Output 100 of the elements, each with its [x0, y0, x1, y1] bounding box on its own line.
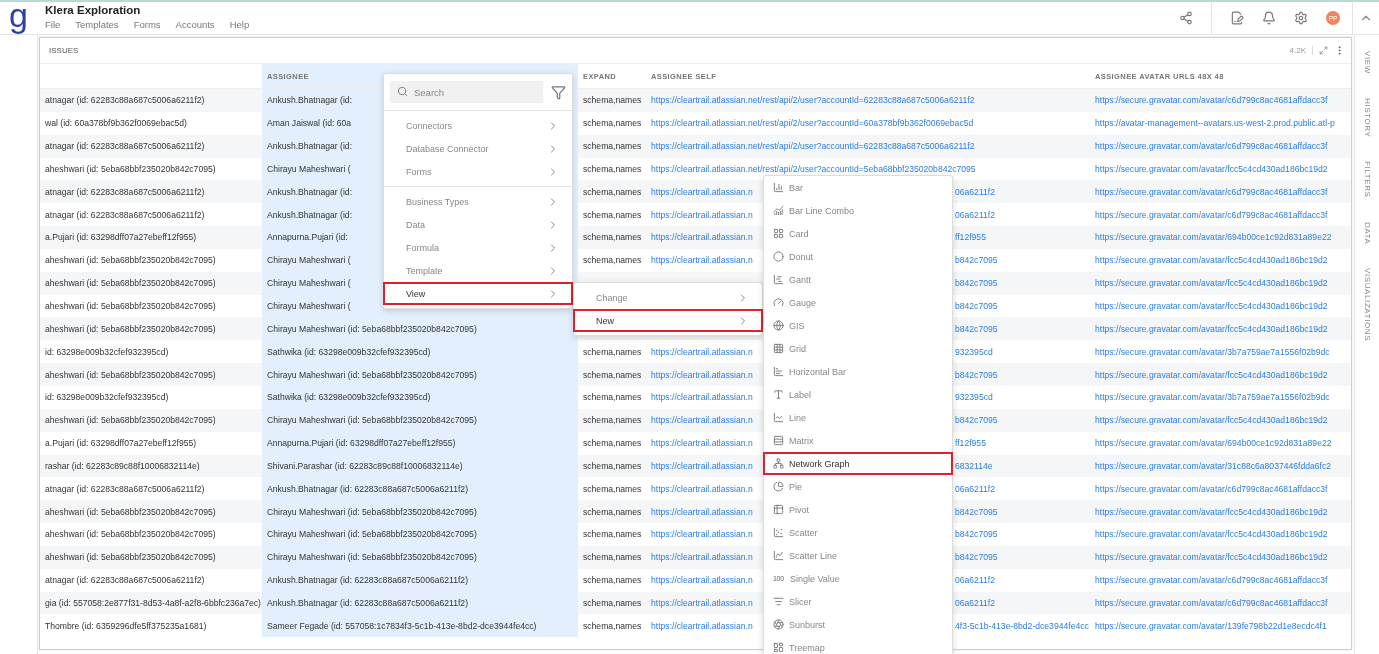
url-link[interactable]: 06a6211f2	[955, 575, 995, 586]
url-link[interactable]: b842c7095	[955, 552, 998, 563]
url-link[interactable]: b842c7095	[955, 369, 998, 380]
side-tab[interactable]: DATA	[1362, 221, 1372, 245]
menu-item[interactable]: Line	[763, 406, 953, 429]
filter-icon[interactable]	[551, 84, 566, 100]
url-link[interactable]: 932395cd	[955, 392, 993, 403]
url-link[interactable]: https://cleartrail.atlassian.n	[651, 255, 753, 266]
url-link[interactable]: https://cleartrail.atlassian.n	[651, 598, 753, 608]
menu-item[interactable]: Network Graph	[763, 452, 953, 475]
url-link[interactable]: https://secure.gravatar.com/avatar/c6d799c8ac4681affdacc3f	[1095, 186, 1328, 197]
url-link[interactable]: b842c7095	[955, 323, 998, 334]
url-link[interactable]: 06a6211f2	[955, 209, 995, 220]
url-link[interactable]: https://secure.gravatar.com/avatar/fcc5c4cd430ad186bc19d2	[1095, 255, 1328, 266]
side-tab[interactable]: HISTORY	[1362, 97, 1372, 138]
url-link[interactable]: https://cleartrail.atlassian.n	[651, 529, 753, 540]
url-link[interactable]: https://cleartrail.atlassian.n	[651, 392, 753, 403]
menu-item[interactable]: Database Connector	[383, 137, 573, 160]
url-link[interactable]: https://secure.gravatar.com/avatar/c6d799c8ac4681affdacc3f	[1095, 483, 1328, 494]
url-link[interactable]: https://secure.gravatar.com/avatar/c6d799c8ac4681affdacc3f	[1095, 575, 1328, 586]
menu-item[interactable]: Slicer	[763, 590, 953, 613]
url-link[interactable]: https://secure.gravatar.com/avatar/c6d799c8ac4681affdacc3f	[1095, 141, 1328, 152]
url-link[interactable]: 932395cd	[955, 346, 993, 357]
url-link[interactable]: https://secure.gravatar.com/avatar/fcc5c4cd430ad186bc19d2	[1095, 415, 1328, 426]
menu-item[interactable]: Horizontal Bar	[763, 360, 953, 383]
url-link[interactable]: https://cleartrail.atlassian.n	[651, 552, 753, 563]
url-link[interactable]: https://cleartrail.atlassian.n	[651, 415, 753, 426]
url-link[interactable]: https://cleartrail.atlassian.n	[651, 620, 753, 631]
url-link[interactable]: https://secure.gravatar.com/avatar/fcc5c4cd430ad186bc19d2	[1095, 163, 1328, 174]
menu-item[interactable]: New	[573, 309, 763, 332]
expand-icon[interactable]	[1319, 46, 1328, 55]
url-link[interactable]: https://cleartrail.atlassian.n	[651, 369, 753, 380]
app-logo[interactable]: g	[0, 2, 37, 34]
url-link[interactable]: https://cleartrail.atlassian.net/rest/api/2/user?accountId=62283c88a687c5006a6211f2	[651, 141, 975, 152]
menu-item[interactable]: Donut	[763, 245, 953, 268]
url-link[interactable]: https://cleartrail.atlassian.n	[651, 232, 753, 243]
url-link[interactable]: https://secure.gravatar.com/avatar/31c88c6a8037446fdda6fc2	[1095, 460, 1331, 471]
url-link[interactable]: https://secure.gravatar.com/avatar/fcc5c4cd430ad186bc19d2	[1095, 506, 1328, 517]
menu-item[interactable]: GIS	[763, 314, 953, 337]
side-tab[interactable]: VISUALIZATIONS	[1362, 268, 1372, 342]
url-link[interactable]: https://secure.gravatar.com/avatar/c6d799c8ac4681affdacc3f	[1095, 209, 1328, 220]
url-link[interactable]: https://secure.gravatar.com/avatar/fcc5c4cd430ad186bc19d2	[1095, 552, 1328, 563]
settings-icon[interactable]	[1294, 11, 1308, 25]
url-link[interactable]: https://secure.gravatar.com/avatar/fcc5c4cd430ad186bc19d2	[1095, 278, 1328, 289]
menu-item[interactable]: Scatter	[763, 521, 953, 544]
url-link[interactable]: b842c7095	[955, 415, 998, 426]
url-link[interactable]: https://secure.gravatar.com/avatar/3b7a759ae7a1556f02b9dc	[1095, 392, 1330, 403]
menu-item[interactable]: Gantt	[763, 268, 953, 291]
menu-item[interactable]: Treemap	[763, 636, 953, 654]
url-link[interactable]: https://cleartrail.atlassian.net/rest/api/2/user?accountId=60a378bf9b362f0069ebac5d	[651, 118, 974, 129]
url-link[interactable]: https://secure.gravatar.com/avatar/139fe798b22d1e8ecdc4f1	[1095, 620, 1327, 631]
menu-item[interactable]: Bar	[763, 176, 953, 199]
url-link[interactable]: b842c7095	[955, 255, 998, 266]
menu-item[interactable]: Gauge	[763, 291, 953, 314]
url-link[interactable]: 6832114e	[955, 460, 993, 471]
url-link[interactable]: https://cleartrail.atlassian.n	[651, 460, 753, 471]
side-tab[interactable]: VIEW	[1362, 51, 1372, 74]
url-link[interactable]: https://cleartrail.atlassian.n	[651, 506, 753, 517]
url-link[interactable]: https://secure.gravatar.com/avatar/fcc5c4cd430ad186bc19d2	[1095, 369, 1328, 380]
url-link[interactable]: https://cleartrail.atlassian.net/rest/api/2/user?accountId=62283c88a687c5006a6211f2	[651, 95, 975, 106]
menu-item[interactable]: Templates	[75, 19, 119, 30]
url-link[interactable]: https://secure.gravatar.com/avatar/fcc5c4cd430ad186bc19d2	[1095, 529, 1328, 540]
url-link[interactable]: https://secure.gravatar.com/avatar/fcc5c4cd430ad186bc19d2	[1095, 323, 1328, 334]
search-field[interactable]: Search	[390, 81, 543, 103]
menu-item[interactable]: Scatter Line	[763, 544, 953, 567]
url-link[interactable]: https://avatar-management--avatars.us-west-2.prod.public.atl-p	[1095, 118, 1335, 129]
menu-item[interactable]: Bar Line Combo	[763, 199, 953, 222]
url-link[interactable]: 4f3-5c1b-413e-8bd2-dce3944fe4cc	[955, 620, 1089, 631]
url-link[interactable]: b842c7095	[955, 529, 998, 540]
url-link[interactable]: https://cleartrail.atlassian.n	[651, 575, 753, 586]
menu-item[interactable]: Card	[763, 222, 953, 245]
bell-icon[interactable]	[1262, 11, 1276, 25]
url-link[interactable]: https://secure.gravatar.com/avatar/694b00ce1c92d831a89e22	[1095, 232, 1332, 243]
url-link[interactable]: https://secure.gravatar.com/avatar/694b00ce1c92d831a89e22	[1095, 438, 1332, 449]
menu-item[interactable]: Help	[229, 19, 250, 30]
menu-item[interactable]: Accounts	[175, 19, 215, 30]
menu-item[interactable]: Matrix	[763, 429, 953, 452]
url-link[interactable]: 06a6211f2	[955, 483, 995, 494]
url-link[interactable]: b842c7095	[955, 278, 998, 289]
share-icon[interactable]	[1179, 11, 1193, 25]
url-link[interactable]: https://cleartrail.atlassian.n	[651, 438, 753, 449]
url-link[interactable]: https://cleartrail.atlassian.n	[651, 483, 753, 494]
menu-item[interactable]: Sunburst	[763, 613, 953, 636]
url-link[interactable]: https://cleartrail.atlassian.n	[651, 186, 753, 197]
url-link[interactable]: 06a6211f2	[955, 598, 995, 608]
url-link[interactable]: 06a6211f2	[955, 186, 995, 197]
url-link[interactable]: ff12f955	[955, 438, 986, 449]
menu-item[interactable]: Grid	[763, 337, 953, 360]
url-link[interactable]: https://cleartrail.atlassian.net/rest/api/2/user?accountId=5eba68bbf235020b842c7095	[651, 163, 976, 174]
menu-item[interactable]: File	[45, 19, 61, 30]
menu-item[interactable]: Pivot	[763, 498, 953, 521]
url-link[interactable]: https://cleartrail.atlassian.n	[651, 346, 753, 357]
url-link[interactable]: https://secure.gravatar.com/avatar/c6d799c8ac4681affdacc3f	[1095, 598, 1328, 608]
menu-item[interactable]: Pie	[763, 475, 953, 498]
edit-document-icon[interactable]	[1230, 11, 1244, 25]
menu-item[interactable]: Label	[763, 383, 953, 406]
menu-item[interactable]: Connectors	[383, 114, 573, 137]
url-link[interactable]: b842c7095	[955, 506, 998, 517]
side-tab[interactable]: FILTERS	[1362, 161, 1372, 198]
menu-item[interactable]: View	[383, 282, 573, 305]
